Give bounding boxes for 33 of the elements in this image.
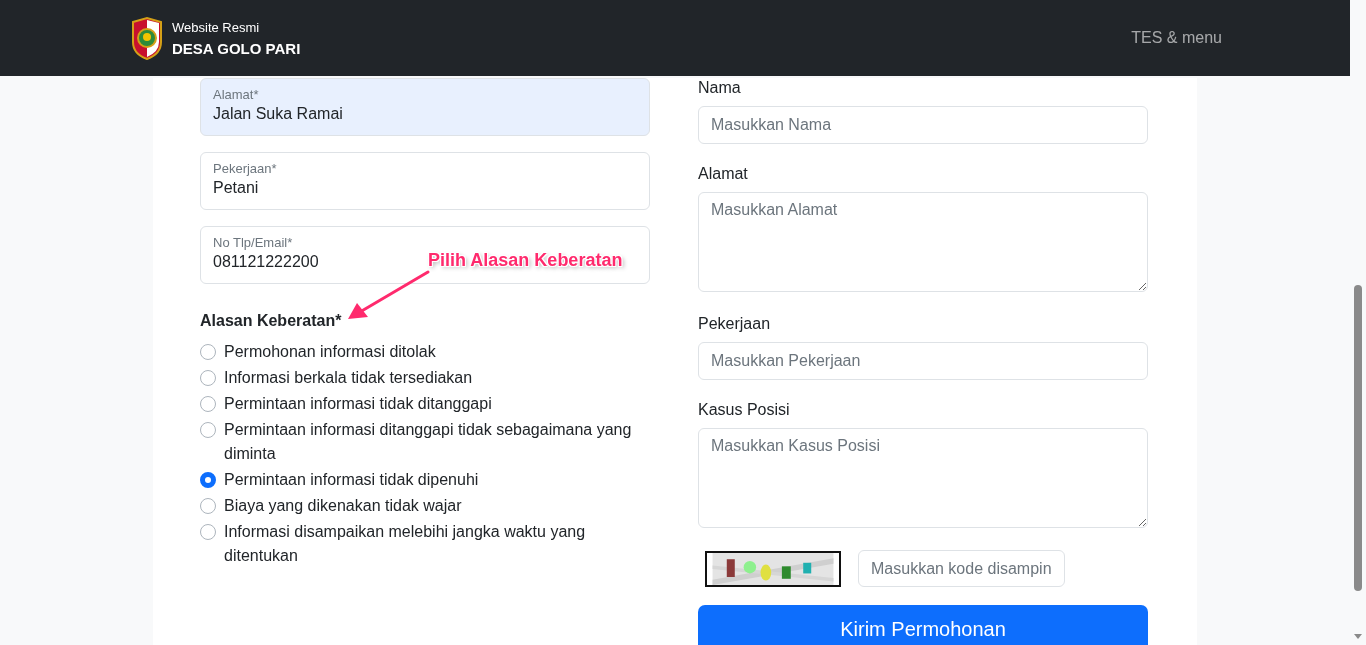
- field-label: Kasus Posisi: [698, 400, 791, 420]
- text-field[interactable]: Masukkan Nama: [698, 106, 1148, 144]
- radio-label[interactable]: Permintaan informasi tidak dipenuhi: [224, 468, 479, 492]
- radio-button[interactable]: [200, 396, 216, 412]
- field-label: Nama: [698, 78, 742, 98]
- radio-label[interactable]: Informasi berkala tidak tersediakan: [224, 366, 473, 390]
- radio-button[interactable]: [200, 344, 216, 360]
- text-area[interactable]: Masukkan Alamat: [698, 192, 1148, 292]
- text-area[interactable]: Masukkan Kasus Posisi: [698, 428, 1148, 528]
- text-field[interactable]: Pekerjaan* Petani: [200, 152, 650, 210]
- radio-label[interactable]: Permintaan informasi ditanggapi tidak sebagaimana yang diminta: [224, 418, 650, 466]
- radio-button[interactable]: [200, 422, 216, 438]
- field-label: Alamat: [698, 164, 749, 184]
- annotation-text: Pilih Alasan Keberatan: [428, 250, 623, 271]
- radio-button[interactable]: [200, 472, 216, 488]
- radio-label[interactable]: Informasi disampaikan melebihi jangka waktu yang ditentukan: [224, 520, 650, 568]
- text-field[interactable]: Alamat* Jalan Suka Ramai: [200, 78, 650, 136]
- field-label: Pekerjaan: [698, 314, 772, 334]
- site-title: DESA GOLO PARI: [172, 39, 301, 57]
- radio-label[interactable]: Biaya yang dikenakan tidak wajar: [224, 494, 462, 518]
- text-field[interactable]: Masukkan Pekerjaan: [698, 342, 1148, 380]
- scrollbar[interactable]: [1350, 0, 1366, 645]
- section-heading: Alasan Keberatan*: [200, 312, 343, 330]
- captcha-field[interactable]: Masukkan kode disampin: [858, 550, 1065, 587]
- radio-button[interactable]: [200, 370, 216, 386]
- radio-label[interactable]: Permohonan informasi ditolak: [224, 340, 436, 364]
- shield-logo-icon: [130, 16, 164, 60]
- radio-button[interactable]: [200, 498, 216, 514]
- nav-menu-link[interactable]: TES & menu: [1131, 29, 1222, 47]
- radio-label[interactable]: Permintaan informasi tidak ditanggapi: [224, 392, 492, 416]
- radio-button[interactable]: [200, 524, 216, 540]
- submit-button[interactable]: Kirim Permohonan: [698, 605, 1148, 645]
- site-subtitle: Website Resmi: [172, 19, 261, 35]
